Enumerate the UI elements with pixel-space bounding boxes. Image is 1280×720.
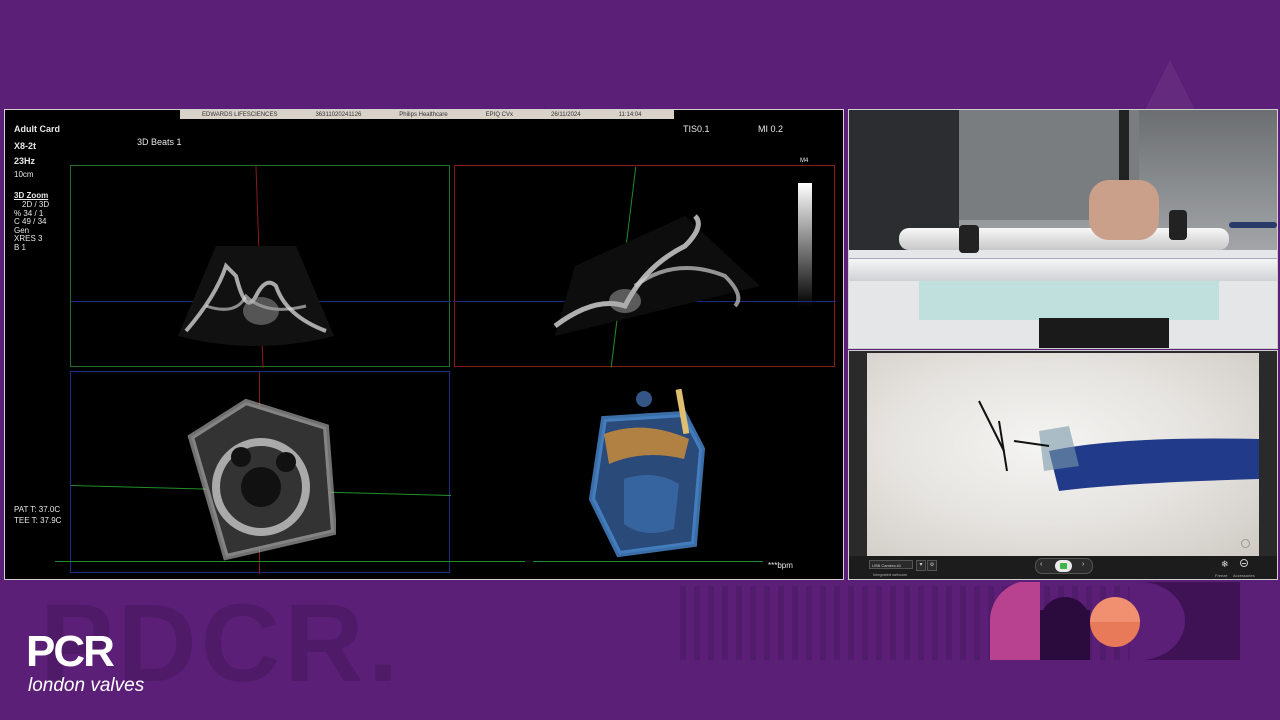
camera-source-label: USB Camera #1 — [869, 560, 913, 569]
pat-temp: PAT T: 37.0C — [14, 505, 61, 514]
ultrasound-pane-3d — [454, 371, 835, 573]
ultrasound-header-bar: EDWARDS LIFESCIENCES 36311020241126 Phil… — [180, 110, 674, 119]
catheter-knob — [1169, 210, 1187, 240]
brand-shapes — [990, 582, 1240, 660]
camera-feed-bottom: USB Camera #1 ▾ ⚙ Integrated webcam ‹ › … — [848, 350, 1278, 580]
minus-circle-icon[interactable] — [1240, 559, 1248, 567]
ultrasound-pane-1 — [70, 165, 451, 368]
header-vendor: EDWARDS LIFESCIENCES — [202, 111, 278, 118]
minus-bar — [1242, 563, 1246, 564]
next-icon[interactable]: › — [1082, 561, 1084, 568]
settings-icon[interactable]: ⚙ — [927, 560, 937, 571]
camera-feed-top — [848, 109, 1278, 349]
camera-icon — [1060, 563, 1067, 569]
ecg-trace — [55, 561, 525, 562]
header-maker: Philips Healthcare — [399, 111, 448, 118]
freeze-label: Freeze — [1215, 573, 1228, 578]
zoom-params: 2D / 3D % 34 / 1 C 49 / 34 Gen XRES 3 B … — [14, 200, 49, 252]
frame-rate-label: 23Hz — [14, 156, 36, 166]
ultrasound-panel: EDWARDS LIFESCIENCES 36311020241126 Phil… — [4, 109, 844, 580]
chevron-down-icon[interactable]: ▾ — [916, 560, 926, 571]
ultrasound-pane-3 — [70, 371, 451, 574]
accessories-label: Accessories — [1233, 573, 1255, 578]
ultrasound-short-axis-image — [187, 398, 336, 561]
snowflake-icon[interactable]: ❄ — [1221, 559, 1229, 570]
ecg-trace — [533, 561, 763, 562]
camera-sub-label: Integrated webcam — [873, 572, 908, 577]
tis-label: TIS0.1 — [683, 124, 710, 134]
ultrasound-pane-2 — [454, 165, 836, 368]
logo-stand — [1039, 318, 1169, 348]
depth-label: 10cm — [14, 170, 34, 179]
ultrasound-sector-image — [553, 214, 760, 336]
beats-label: 3D Beats 1 — [137, 137, 182, 147]
header-model: EPIQ CVx — [485, 111, 513, 118]
capture-controls: ‹ › — [1035, 558, 1093, 574]
ultrasound-sector-image — [178, 246, 334, 346]
london-valves-subtitle: london valves — [28, 675, 145, 696]
header-time: 11:14:04 — [618, 111, 642, 118]
hand — [1089, 180, 1159, 240]
header-date: 26/11/2024 — [551, 111, 581, 118]
mi-label: MI 0.2 — [758, 124, 784, 134]
previous-icon[interactable]: ‹ — [1040, 561, 1042, 568]
catheter-image — [978, 400, 1259, 491]
header-id: 36311020241126 — [315, 111, 362, 118]
preset-label: Adult Card — [14, 124, 60, 134]
zoom-title: 3D Zoom — [14, 191, 49, 200]
rail — [849, 258, 1277, 281]
tee-temp: TEE T: 37.9C — [14, 516, 62, 525]
blue-cable — [1229, 222, 1277, 228]
probe-label: X8-2t — [14, 141, 37, 151]
refresh-icon[interactable] — [1241, 539, 1250, 548]
catheter-knob — [959, 225, 979, 253]
3d-render-image — [588, 388, 706, 558]
zoom-line: B 1 — [14, 242, 27, 252]
pcr-logo: PCR — [26, 627, 115, 676]
capture-button[interactable] — [1055, 560, 1072, 572]
